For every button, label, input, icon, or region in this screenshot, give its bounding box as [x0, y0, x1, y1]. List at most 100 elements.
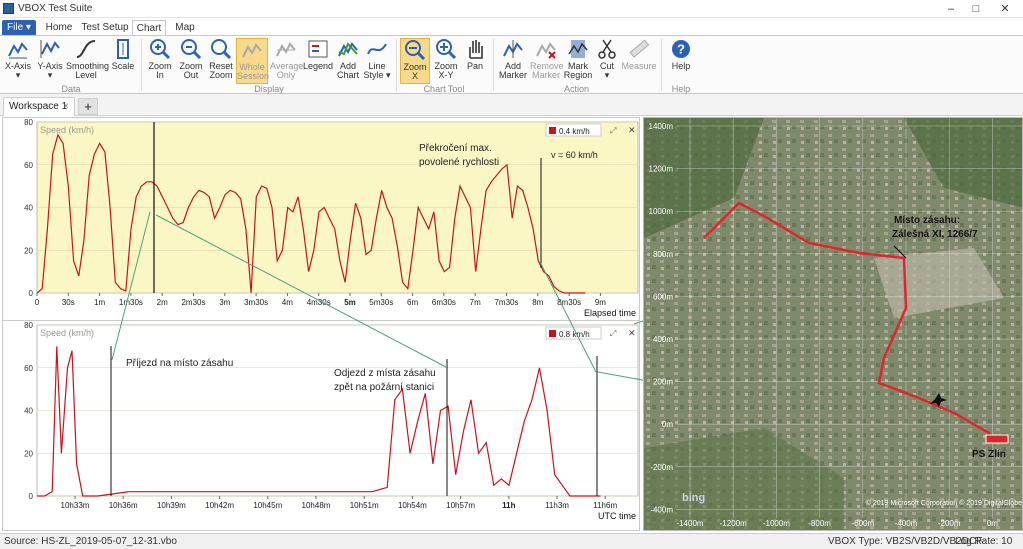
- legend-swatch: [549, 127, 556, 134]
- satellite-map[interactable]: 1400m 1200m 1000m 800m 600m 400m 200m 0m -200m -4…: [644, 118, 1023, 531]
- mark-region-button[interactable]: Mark Region: [563, 38, 593, 84]
- maximize-button[interactable]: □: [964, 1, 988, 17]
- scale-icon: [117, 39, 129, 59]
- annotation-departure: zpět na požární stanici: [334, 382, 434, 393]
- zoom-x-button[interactable]: Zoom X: [400, 38, 430, 84]
- x-tick-label: 10h42m: [205, 501, 234, 510]
- add-workspace-button[interactable]: +: [78, 98, 98, 115]
- x-tick-label: 10h51m: [350, 501, 379, 510]
- ribbon-separator: [493, 39, 494, 91]
- add-chart-icon: [338, 42, 358, 57]
- tab-file[interactable]: File ▾: [2, 20, 36, 36]
- annotation-overspeed: Překročení max.: [419, 143, 492, 154]
- close-tab-icon[interactable]: ×: [63, 98, 69, 116]
- tab-workspace-1[interactable]: Workspace 1 ×: [3, 97, 75, 116]
- average-only-button[interactable]: Average Only: [270, 38, 303, 84]
- y-axis-button[interactable]: Y-Axis ▾: [35, 38, 65, 84]
- x-tick-label: 10h33m: [61, 501, 90, 510]
- map-y-tick-label: 200m: [653, 378, 673, 387]
- x-tick-label: 9m: [595, 298, 606, 307]
- chart-close-icon: ✕: [628, 328, 636, 338]
- map-y-tick-label: 600m: [653, 292, 673, 301]
- y-tick-label: 40: [24, 204, 33, 213]
- x-tick-label: 2m: [157, 298, 168, 307]
- x-tick-label: 6m30s: [432, 298, 456, 307]
- whole-session-icon: [242, 43, 262, 58]
- mark-region-icon: [568, 40, 588, 58]
- group-label-help: Help: [671, 84, 691, 94]
- reset-zoom-button[interactable]: Reset Zoom: [207, 38, 235, 84]
- x-tick-label: 10h48m: [302, 501, 331, 510]
- y-tick-label: 60: [24, 161, 33, 170]
- zoom-out-icon: [181, 39, 202, 60]
- zoom-x-icon: [405, 40, 426, 61]
- tab-home[interactable]: Home: [42, 20, 76, 36]
- speed-chart-utc[interactable]: 0 20 40 60 80 10h33m 10h36m 10h39m 10h42m 10h45m 1…: [3, 321, 641, 532]
- expand-icon: ⤢: [609, 329, 616, 338]
- map-y-tick-label: 400m: [653, 335, 673, 344]
- legend-button[interactable]: Legend: [303, 38, 333, 84]
- add-chart-button[interactable]: Add Chart: [335, 38, 361, 84]
- x-tick-label: 10h54m: [398, 501, 427, 510]
- y-tick-label: 20: [24, 449, 33, 458]
- x-axis-label: UTC time: [598, 511, 636, 521]
- map-x-tick-label: -400m: [895, 519, 918, 528]
- utc-time-chart-panel[interactable]: 0 20 40 60 80 10h33m 10h36m 10h39m 10h42m 10h45m 1…: [2, 320, 640, 531]
- annotation-arrival: Příjezd na místo zásahu: [126, 358, 233, 369]
- average-only-icon: [276, 42, 296, 57]
- cut-button[interactable]: Cut ▾: [595, 38, 619, 84]
- x-tick-label: 11h: [502, 501, 515, 510]
- hand-icon: [469, 40, 483, 59]
- svg-text:?: ?: [677, 42, 685, 57]
- x-tick-label: 3m30s: [244, 298, 268, 307]
- map-label-site-address: Zálešná XI, 1266/7: [892, 229, 978, 240]
- smoothing-level-button[interactable]: Smoothing Level: [66, 38, 109, 84]
- x-tick-label: 10h45m: [253, 501, 282, 510]
- y-tick-label: 20: [24, 246, 33, 255]
- measure-button[interactable]: Measure: [621, 38, 657, 84]
- x-tick-label: 6m: [407, 298, 418, 307]
- app-logo-icon: [3, 3, 14, 14]
- map-x-tick-label: -200m: [938, 519, 961, 528]
- zoom-out-button[interactable]: Zoom Out: [177, 38, 205, 84]
- y-tick-label: 0: [29, 492, 34, 501]
- pan-button[interactable]: Pan: [462, 38, 488, 84]
- map-y-tick-label: 1400m: [649, 122, 674, 131]
- smoothing-curve-icon: [76, 40, 96, 58]
- tab-test-setup[interactable]: Test Setup: [80, 20, 130, 36]
- whole-session-button[interactable]: Whole Session: [236, 38, 269, 84]
- zoom-xy-button[interactable]: Zoom X-Y: [432, 38, 460, 84]
- zoom-in-button[interactable]: Zoom In: [146, 38, 174, 84]
- line-style-button[interactable]: Line Style ▾: [362, 38, 392, 84]
- help-button[interactable]: ? Help: [667, 38, 695, 84]
- remove-marker-button[interactable]: Remove Marker: [530, 38, 564, 84]
- legend-swatch: [549, 330, 556, 337]
- annotation-departure: Odjezd z místa zásahu: [334, 368, 436, 379]
- tab-chart[interactable]: Chart: [132, 20, 166, 36]
- ribbon-separator: [661, 39, 662, 91]
- tab-map[interactable]: Map: [170, 20, 200, 36]
- x-tick-label: 4m: [282, 298, 293, 307]
- add-marker-button[interactable]: Add Marker: [497, 38, 529, 84]
- minimize-button[interactable]: –: [939, 1, 963, 17]
- y-axis-label: Speed (km/h): [40, 125, 94, 135]
- x-tick-label: 2m30s: [181, 298, 205, 307]
- x-tick-label: 3m: [219, 298, 230, 307]
- map-copyright: © 2019 Microsoft Corporation © 2019 Digi…: [866, 499, 1022, 507]
- map-x-tick-label: -1000m: [763, 519, 790, 528]
- x-axis-button[interactable]: X-Axis ▾: [3, 38, 33, 84]
- scale-button[interactable]: Scale: [110, 38, 136, 84]
- map-y-tick-label: 1000m: [649, 207, 674, 216]
- group-label-chart-tool: Chart Tool: [423, 84, 465, 94]
- close-button[interactable]: ✕: [993, 1, 1017, 17]
- group-label-data: Data: [61, 84, 81, 94]
- help-icon: ?: [672, 40, 690, 58]
- speed-chart-elapsed[interactable]: 0 20 40 60 80 0 30s 1m 1m30s 2m 2m30s 3m 3m30s 4m 4m30…: [3, 118, 641, 330]
- status-source-file: Source: HS-ZL_2019-05-07_12-31.vbo: [4, 536, 177, 547]
- map-x-tick-label: 0m: [987, 519, 998, 528]
- map-panel[interactable]: 1400m 1200m 1000m 800m 600m 400m 200m 0m -200m -4…: [643, 117, 1023, 531]
- x-tick-label: 11h6m: [593, 501, 617, 510]
- elapsed-time-chart-panel[interactable]: 0 20 40 60 80 0 30s 1m 1m30s 2m 2m30s 3m 3m30s 4m 4m30…: [2, 117, 640, 329]
- y-tick-label: 80: [24, 118, 33, 127]
- status-bar: Source: HS-ZL_2019-05-07_12-31.vbo VBOX …: [0, 533, 1023, 549]
